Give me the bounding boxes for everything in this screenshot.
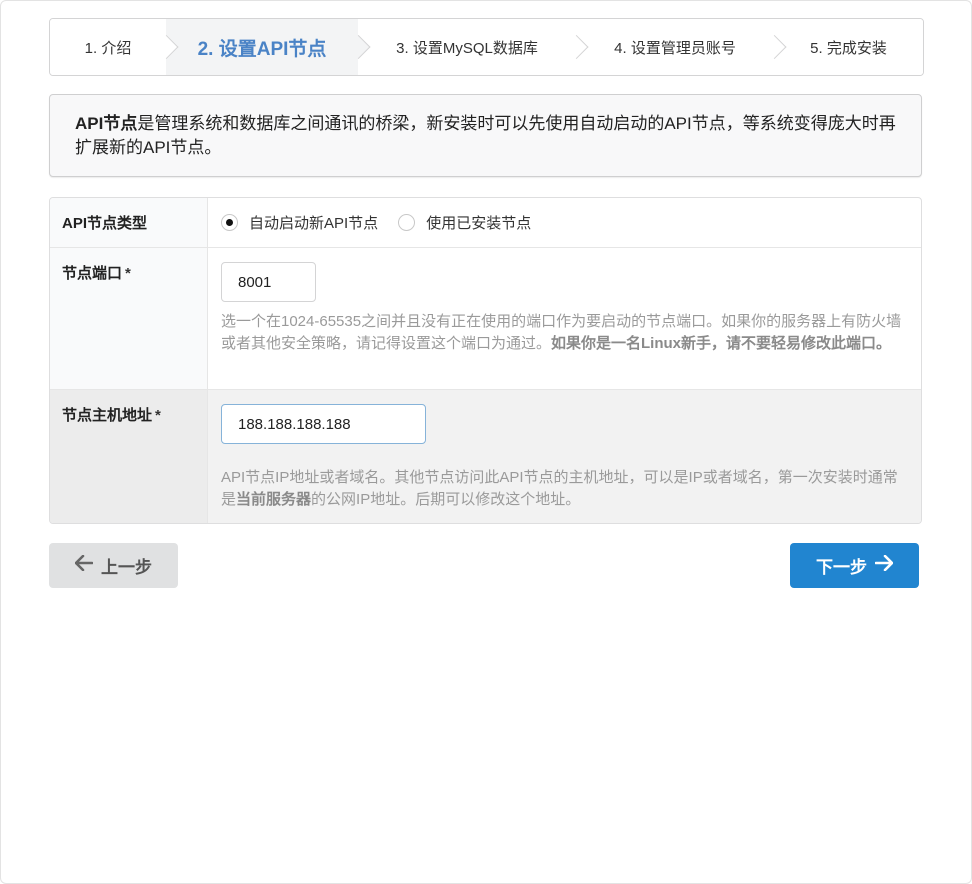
step-label: 2. 设置API节点 — [197, 38, 327, 60]
next-button-label: 下一步 — [816, 558, 867, 577]
port-cell: 选一个在1024-65535之间并且没有正在使用的端口作为要启动的节点端口。如果… — [208, 248, 921, 389]
port-help: 选一个在1024-65535之间并且没有正在使用的端口作为要启动的节点端口。如果… — [221, 311, 907, 355]
row-port: 节点端口* 选一个在1024-65535之间并且没有正在使用的端口作为要启动的节… — [50, 248, 921, 390]
host-help: API节点IP地址或者域名。其他节点访问此API节点的主机地址，可以是IP或者域… — [221, 467, 907, 511]
node-type-label: API节点类型 — [50, 198, 208, 247]
form-table: API节点类型 自动启动新API节点 使用已安装节点 节点端口* 选一个在102… — [49, 197, 922, 524]
step-label: 4. 设置管理员账号 — [614, 39, 736, 57]
radio-use-installed[interactable]: 使用已安装节点 — [398, 212, 531, 233]
next-button[interactable]: 下一步 — [790, 543, 919, 588]
radio-checked-icon[interactable] — [221, 214, 238, 231]
node-type-options: 自动启动新API节点 使用已安装节点 — [208, 198, 921, 247]
row-host: 节点主机地址* API节点IP地址或者域名。其他节点访问此API节点的主机地址，… — [50, 390, 921, 523]
radio-auto-start[interactable]: 自动启动新API节点 — [221, 212, 378, 233]
step-label: 5. 完成安装 — [810, 39, 887, 57]
port-help-bold: 如果你是一名Linux新手，请不要轻易修改此端口。 — [551, 335, 892, 352]
host-input[interactable] — [221, 404, 426, 444]
port-label: 节点端口 * — [50, 248, 208, 389]
radio-label: 使用已安装节点 — [426, 215, 532, 232]
prev-button-label: 上一步 — [101, 558, 152, 577]
host-help-post: 的公网IP地址。后期可以修改这个地址。 — [311, 491, 581, 508]
info-message: API节点是管理系统和数据库之间通讯的桥梁，新安装时可以先使用自动启动的API节… — [49, 94, 922, 177]
host-help-bold: 当前服务器 — [236, 491, 312, 508]
host-label-text: 节点主机地址 — [62, 407, 153, 424]
arrow-right-icon — [874, 554, 894, 576]
required-mark: * — [125, 265, 131, 282]
radio-label: 自动启动新API节点 — [249, 215, 379, 232]
host-cell: API节点IP地址或者域名。其他节点访问此API节点的主机地址，可以是IP或者域… — [208, 390, 921, 523]
step-api-node[interactable]: 2. 设置API节点 — [166, 19, 371, 75]
prev-button[interactable]: 上一步 — [49, 543, 178, 588]
step-label: 3. 设置MySQL数据库 — [396, 39, 538, 57]
step-intro[interactable]: 1. 介绍 — [50, 19, 179, 75]
step-mysql[interactable]: 3. 设置MySQL数据库 — [358, 19, 589, 75]
port-input[interactable] — [221, 262, 316, 302]
required-mark: * — [155, 407, 161, 424]
info-bold: API节点 — [75, 114, 138, 133]
installation-steps: 1. 介绍 2. 设置API节点 3. 设置MySQL数据库 4. 设置管理员账… — [49, 18, 924, 76]
step-finish[interactable]: 5. 完成安装 — [774, 19, 923, 75]
info-text: 是管理系统和数据库之间通讯的桥梁，新安装时可以先使用自动启动的API节点，等系统… — [75, 114, 896, 157]
step-admin-account[interactable]: 4. 设置管理员账号 — [576, 19, 787, 75]
row-node-type: API节点类型 自动启动新API节点 使用已安装节点 — [50, 198, 921, 248]
step-label: 1. 介绍 — [84, 39, 132, 57]
radio-unchecked-icon[interactable] — [398, 214, 416, 231]
host-label: 节点主机地址 * — [50, 390, 208, 523]
arrow-left-icon — [74, 554, 94, 576]
port-label-text: 节点端口 — [62, 265, 123, 282]
